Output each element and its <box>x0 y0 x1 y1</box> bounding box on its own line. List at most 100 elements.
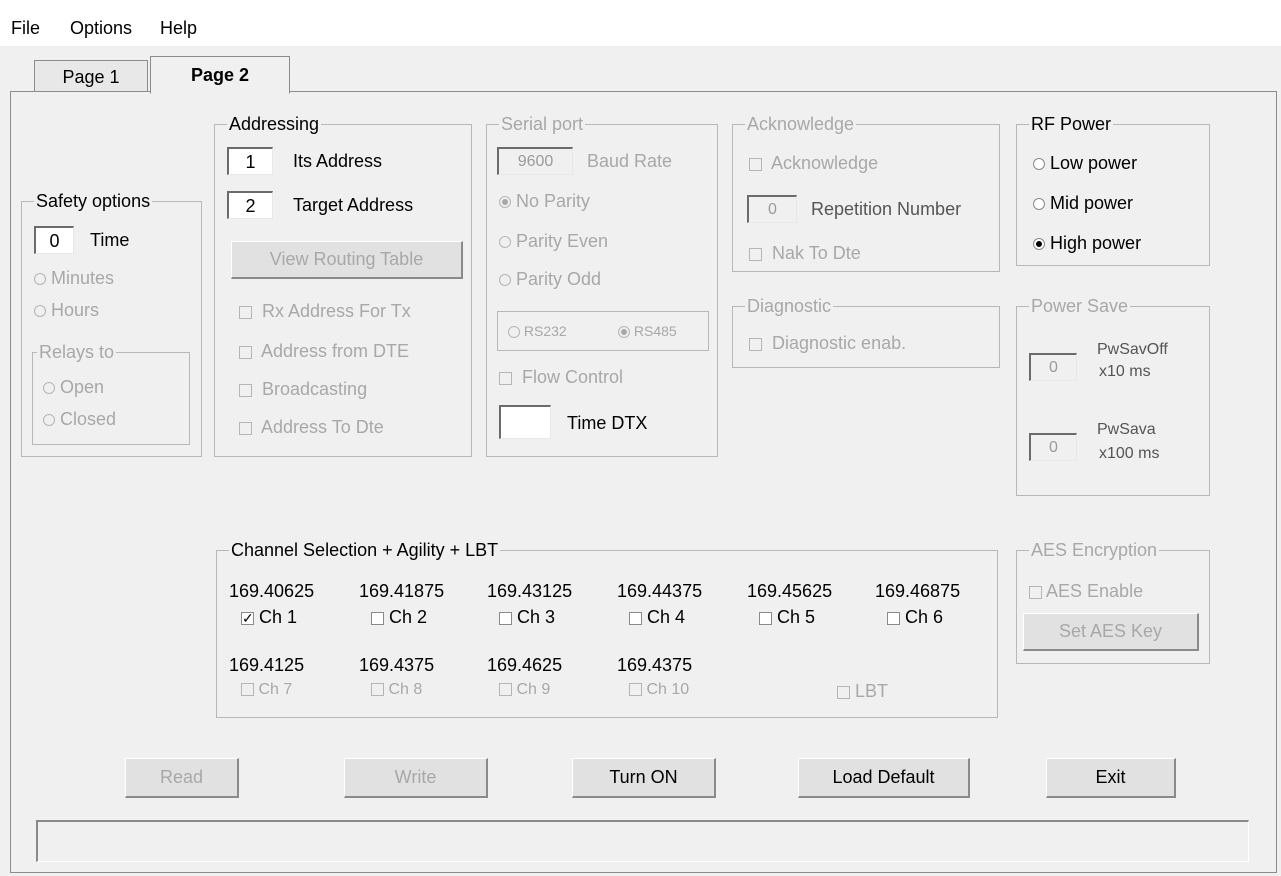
serial-port-title: Serial port <box>499 114 586 135</box>
baud-rate-field[interactable]: 9600 <box>497 147 573 175</box>
turn-on-label: Turn ON <box>609 767 678 787</box>
no-parity-label: No Parity <box>516 191 591 211</box>
rs232-radio[interactable]: RS232 <box>508 323 567 339</box>
parity-odd-label: Parity Odd <box>516 269 602 289</box>
read-button[interactable]: Read <box>125 758 239 798</box>
acknowledge-title: Acknowledge <box>745 114 857 135</box>
channel-selection-group: Channel Selection + Agility + LBT 169.40… <box>216 540 998 718</box>
address-from-dte-label: Address from DTE <box>261 341 410 361</box>
relays-group: Relays to Open Closed <box>32 342 190 445</box>
lbt-label: LBT <box>855 681 889 701</box>
parity-even-label: Parity Even <box>516 231 609 251</box>
parity-even-radio[interactable]: Parity Even <box>499 231 608 252</box>
rs232-radio-dot <box>508 326 520 339</box>
broadcasting-checkbox[interactable]: Broadcasting <box>239 379 367 400</box>
turn-on-button[interactable]: Turn ON <box>572 758 716 798</box>
channel-label: Ch 7 <box>258 681 293 698</box>
channel-label: Ch 2 <box>389 607 428 627</box>
address-to-dte-checkbox[interactable]: Address To Dte <box>239 417 384 438</box>
closed-label: Closed <box>60 409 117 429</box>
pwsava-field[interactable]: 0 <box>1029 433 1077 461</box>
channel-checkbox[interactable]: Ch 6 <box>887 607 943 628</box>
channel-check <box>887 611 900 625</box>
flow-control-checkbox[interactable]: Flow Control <box>499 367 623 388</box>
flow-control-check <box>499 371 512 385</box>
repetition-number-field[interactable]: 0 <box>747 195 797 223</box>
channel-checkbox[interactable]: Ch 3 <box>499 607 555 628</box>
open-label: Open <box>60 377 105 397</box>
channel-label: Ch 8 <box>388 681 423 698</box>
pwsavoff-unit: x10 ms <box>1099 363 1151 380</box>
hours-label: Hours <box>51 300 100 320</box>
address-from-dte-checkbox[interactable]: Address from DTE <box>239 341 409 362</box>
low-power-label: Low power <box>1050 153 1138 173</box>
no-parity-radio-dot <box>499 196 511 209</box>
mid-power-radio[interactable]: Mid power <box>1033 193 1133 214</box>
aes-enable-checkbox[interactable]: AES Enable <box>1029 581 1143 602</box>
time-dtx-field[interactable] <box>499 405 551 439</box>
exit-button[interactable]: Exit <box>1046 758 1176 798</box>
channel-checkbox[interactable]: Ch 2 <box>371 607 427 628</box>
channel-checkbox[interactable]: Ch 7 <box>241 681 292 699</box>
addressing-group: Addressing 1 Its Address 2 Target Addres… <box>214 114 472 457</box>
acknowledge-label: Acknowledge <box>771 153 879 173</box>
high-power-radio-dot <box>1033 238 1045 251</box>
channel-label: Ch 1 <box>259 607 298 627</box>
aes-encryption-title: AES Encryption <box>1029 540 1160 561</box>
hours-radio[interactable]: Hours <box>34 300 99 321</box>
channel-checkbox[interactable]: Ch 4 <box>629 607 685 628</box>
addressing-title: Addressing <box>227 114 322 135</box>
channel-checkbox[interactable]: ✓ Ch 1 <box>241 607 297 628</box>
diagnostic-title: Diagnostic <box>745 296 834 317</box>
channel-checkbox[interactable]: Ch 5 <box>759 607 815 628</box>
view-routing-table-button[interactable]: View Routing Table <box>231 241 463 279</box>
open-radio-dot <box>43 382 55 395</box>
minutes-label: Minutes <box>51 268 115 288</box>
mid-power-label: Mid power <box>1050 193 1134 213</box>
nak-to-dte-checkbox[interactable]: Nak To Dte <box>749 243 861 264</box>
lbt-check <box>837 685 850 699</box>
address-from-dte-check <box>239 345 252 359</box>
no-parity-radio[interactable]: No Parity <box>499 191 590 212</box>
power-save-group: Power Save 0 PwSavOff x10 ms 0 PwSava x1… <box>1016 296 1210 496</box>
channel-frequency: 169.44375 <box>617 581 703 601</box>
rx-address-checkbox[interactable]: Rx Address For Tx <box>239 301 411 322</box>
channel-frequency: 169.45625 <box>747 581 833 601</box>
set-aes-key-button[interactable]: Set AES Key <box>1023 613 1199 651</box>
channel-check <box>499 611 512 625</box>
rs485-radio[interactable]: RS485 <box>618 323 677 339</box>
nak-to-dte-check <box>749 247 762 261</box>
safety-time-field[interactable]: 0 <box>34 226 74 254</box>
minutes-radio[interactable]: Minutes <box>34 268 114 289</box>
target-address-field[interactable]: 2 <box>227 191 273 219</box>
diagnostic-check <box>749 337 762 351</box>
open-radio[interactable]: Open <box>43 377 104 398</box>
read-label: Read <box>159 767 204 787</box>
low-power-radio-dot <box>1033 158 1045 171</box>
closed-radio[interactable]: Closed <box>43 409 116 430</box>
repetition-number-label: Repetition Number <box>811 199 962 219</box>
channel-checkbox[interactable]: Ch 9 <box>499 681 550 699</box>
acknowledge-check <box>749 157 762 171</box>
flow-control-label: Flow Control <box>522 367 624 387</box>
diagnostic-label: Diagnostic enab. <box>772 333 907 353</box>
load-default-button[interactable]: Load Default <box>798 758 970 798</box>
high-power-radio[interactable]: High power <box>1033 233 1141 254</box>
acknowledge-checkbox[interactable]: Acknowledge <box>749 153 878 174</box>
aes-enable-label: AES Enable <box>1046 581 1144 601</box>
channel-check <box>629 611 642 625</box>
low-power-radio[interactable]: Low power <box>1033 153 1137 174</box>
channel-checkbox[interactable]: Ch 8 <box>371 681 422 699</box>
channel-selection-title: Channel Selection + Agility + LBT <box>229 540 501 561</box>
pwsavoff-field[interactable]: 0 <box>1029 353 1077 381</box>
parity-odd-radio[interactable]: Parity Odd <box>499 269 601 290</box>
mid-power-radio-dot <box>1033 198 1045 211</box>
address-to-dte-label: Address To Dte <box>261 417 384 437</box>
channel-frequency: 169.4625 <box>487 655 563 675</box>
its-address-field[interactable]: 1 <box>227 147 273 175</box>
diagnostic-checkbox[interactable]: Diagnostic enab. <box>749 333 906 354</box>
channel-checkbox[interactable]: Ch 10 <box>629 681 689 699</box>
write-button[interactable]: Write <box>344 758 488 798</box>
channel-check <box>629 683 642 697</box>
lbt-checkbox[interactable]: LBT <box>837 681 888 702</box>
